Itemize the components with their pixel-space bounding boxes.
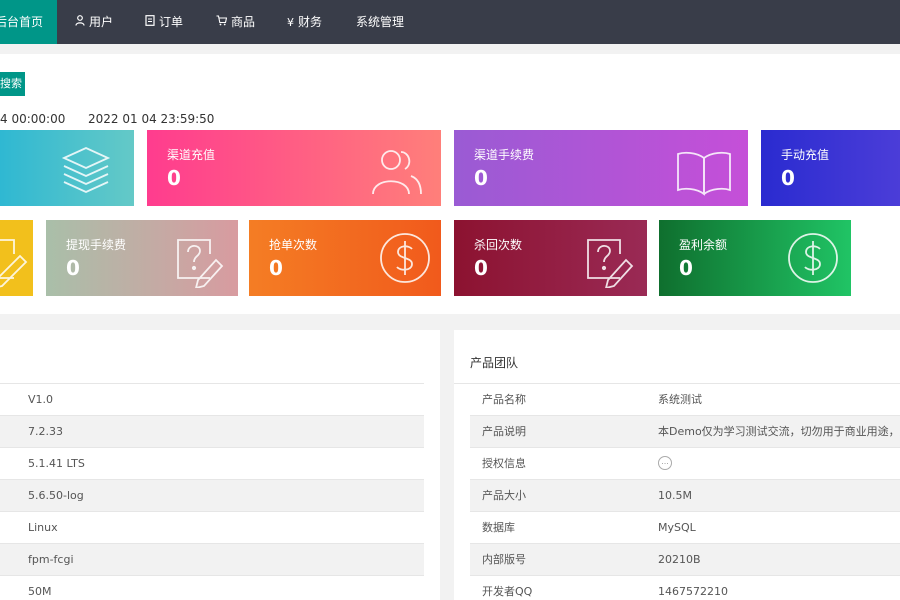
table-row: fpm-fcgi (0, 544, 424, 576)
table-row: 开发者QQ 1467572210 (470, 576, 900, 600)
info-value: fpm-fcgi (28, 553, 74, 566)
stat-label: 手动充值 (781, 148, 830, 162)
search-button[interactable]: 搜索 (0, 72, 25, 96)
table-row: 产品大小 10.5M (470, 480, 900, 512)
table-row: 产品说明 本Demo仅为学习测试交流，切勿用于商业用途，所带来的法律责任自行承担 (470, 416, 900, 448)
info-label: 数据库 (482, 521, 515, 534)
nav-item-finance[interactable]: ¥ 财务 (287, 0, 322, 44)
nav-item-users[interactable]: 用户 (75, 0, 113, 44)
info-value: ... (658, 448, 672, 479)
users-icon (369, 144, 425, 200)
nav-item-users-label: 用户 (89, 15, 114, 29)
user-icon (75, 1, 85, 45)
info-value: 20210B (658, 553, 701, 566)
nav-item-system-label: 系统管理 (356, 15, 405, 29)
table-row: 授权信息... (470, 448, 900, 480)
nav-item-home-label: 后台首页 (0, 15, 43, 29)
stat-value: 0 (474, 256, 488, 280)
top-nav: 后台首页 用户 订单 商品 ¥ 财务 系统管理 (0, 0, 900, 44)
stat-value: 0 (474, 166, 488, 190)
panel-title: 产品团队 (470, 356, 519, 370)
nav-item-products-label: 商品 (231, 15, 256, 29)
table-row: 7.2.33 (0, 416, 424, 448)
table-row: V1.0 (0, 384, 424, 416)
stat-tile-kill-count: 杀回次数 0 (454, 220, 647, 296)
nav-item-orders[interactable]: 订单 (145, 0, 183, 44)
book-icon (674, 144, 731, 200)
info-label: 产品名称 (482, 393, 526, 406)
edit-question-icon (170, 232, 226, 290)
info-value: V1.0 (28, 393, 54, 406)
info-value: 系统测试 (658, 393, 702, 406)
system-info-panel: V1.0 7.2.33 5.1.41 LTS 5.6.50-log Linux … (0, 330, 440, 600)
stat-label: 渠道充值 (167, 148, 216, 162)
nav-item-products[interactable]: 商品 (216, 0, 255, 44)
stat-value: 0 (66, 256, 80, 280)
info-value: 10.5M (658, 489, 692, 502)
stat-label: 渠道手续费 (474, 148, 535, 162)
end-time[interactable]: 2022 01 04 23:59:50 (88, 112, 214, 126)
info-label: 授权信息 (482, 457, 526, 470)
info-value: 50M (28, 585, 52, 598)
nav-item-finance-label: 财务 (298, 15, 323, 29)
info-value: 本Demo仅为学习测试交流，切勿用于商业用途，所带来的法律责任自行承担 (658, 425, 900, 438)
stat-label: 杀回次数 (474, 238, 523, 252)
info-value: 5.6.50-log (28, 489, 84, 502)
cart-icon (216, 1, 228, 45)
info-label: 产品说明 (482, 425, 526, 438)
auth-badge-icon[interactable]: ... (658, 456, 672, 470)
stat-tile-1 (0, 130, 134, 206)
edit-question-icon (580, 232, 636, 290)
table-row: 数据库 MySQL (470, 512, 900, 544)
stat-tile-2-1 (0, 220, 33, 296)
table-row: 50M (0, 576, 424, 600)
nav-item-system[interactable]: 系统管理 (356, 0, 404, 44)
product-team-panel: 产品团队 产品名称 系统测试 产品说明 本Demo仅为学习测试交流，切勿用于商业用途… (454, 330, 900, 600)
stat-value: 0 (269, 256, 283, 280)
info-label: 产品大小 (482, 489, 526, 502)
stat-value: 0 (781, 166, 795, 190)
dollar-icon (377, 230, 433, 286)
table-row: 产品名称 系统测试 (470, 384, 900, 416)
stat-value: 0 (167, 166, 181, 190)
table-row: Linux (0, 512, 424, 544)
start-time[interactable]: 4 00:00:00 (0, 112, 65, 126)
stat-tile-grab-count: 抢单次数 0 (249, 220, 441, 296)
stat-label: 盈利余额 (679, 238, 728, 252)
stat-tile-withdraw-fee: 提现手续费 0 (46, 220, 238, 296)
edit-icon (0, 232, 30, 288)
layers-icon (58, 142, 114, 198)
info-value: MySQL (658, 521, 696, 534)
stat-tile-manual-recharge: 手动充值 0 (761, 130, 900, 206)
info-value: 1467572210 (658, 585, 728, 598)
info-label: 开发者QQ (482, 585, 533, 598)
stat-tile-profit-balance: 盈利余额 0 (659, 220, 851, 296)
table-row: 内部版号 20210B (470, 544, 900, 576)
stat-value: 0 (679, 256, 693, 280)
table-row: 5.6.50-log (0, 480, 424, 512)
file-icon (145, 1, 155, 45)
info-value: 5.1.41 LTS (28, 457, 85, 470)
info-label: 内部版号 (482, 553, 526, 566)
nav-item-orders-label: 订单 (159, 15, 184, 29)
nav-item-home[interactable]: 后台首页 (0, 0, 57, 44)
table-row: 5.1.41 LTS (0, 448, 424, 480)
info-value: 7.2.33 (28, 425, 63, 438)
info-value: Linux (28, 521, 58, 534)
stat-label: 提现手续费 (66, 238, 127, 252)
yen-icon: ¥ (287, 16, 294, 29)
stat-tile-channel-fee: 渠道手续费 0 (454, 130, 748, 206)
dollar-icon (785, 230, 841, 286)
stat-tile-channel-recharge: 渠道充值 0 (147, 130, 441, 206)
stat-label: 抢单次数 (269, 238, 318, 252)
